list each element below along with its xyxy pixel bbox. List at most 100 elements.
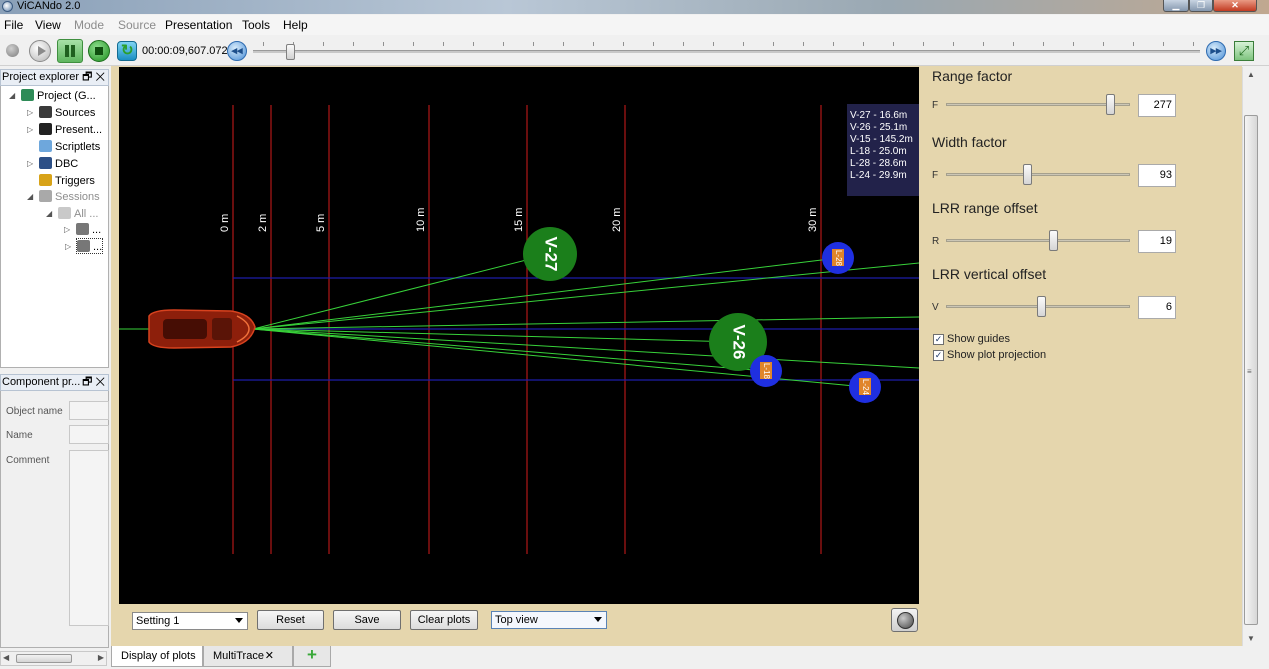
legend-entry: V-15 - 145.2m — [850, 134, 913, 145]
tree-item-session-2[interactable]: ▷ ... — [65, 238, 104, 254]
record-icon[interactable] — [6, 44, 19, 57]
tab-display-of-plots[interactable]: Display of plots — [111, 646, 203, 667]
project-explorer-title: Project explorer — [2, 71, 80, 83]
lrr-range-handle[interactable] — [1049, 230, 1058, 251]
menu-view[interactable]: View — [35, 18, 61, 32]
legend-entry: V-26 - 25.1m — [850, 122, 907, 133]
reset-button[interactable]: Reset — [257, 610, 324, 630]
tree-item-scriptlets[interactable]: Scriptlets — [39, 139, 100, 155]
menu-source[interactable]: Source — [118, 18, 156, 32]
expand-arrow-icon[interactable]: ▷ — [27, 156, 33, 172]
show-guides-checkbox[interactable]: ✓ — [933, 334, 944, 345]
play-icon[interactable] — [29, 40, 51, 62]
tree-item-triggers[interactable]: Triggers — [39, 173, 95, 189]
width-factor-input[interactable]: 93 — [1138, 164, 1176, 187]
tree-item-dbc[interactable]: ▷ DBC — [27, 156, 78, 172]
add-tab-icon[interactable]: + — [293, 646, 331, 667]
menu-tools[interactable]: Tools — [242, 18, 270, 32]
range-label: 20 m — [611, 208, 623, 232]
close-button[interactable]: ✕ — [1213, 0, 1257, 12]
scroll-up-icon[interactable]: ▲ — [1247, 70, 1255, 79]
maximize-button[interactable]: ❐ — [1189, 0, 1213, 12]
range-factor-handle[interactable] — [1106, 94, 1115, 115]
expand-arrow-icon[interactable]: ▷ — [27, 122, 33, 138]
timeline-tick — [1043, 42, 1044, 46]
target-label: L-18 — [762, 363, 771, 380]
expand-arrow-icon[interactable]: ▷ — [65, 239, 71, 255]
dock-buttons[interactable]: 🗗 ✕ — [82, 375, 105, 390]
scroll-right-icon[interactable]: ▶ — [98, 653, 104, 662]
target-l18[interactable]: L-18 — [750, 355, 782, 387]
main-vertical-scrollbar[interactable]: ▲ ≡ ▼ — [1242, 67, 1259, 646]
name-field[interactable] — [69, 425, 109, 444]
settings-panel: Range factor F 277 Width factor F 93 LRR… — [920, 67, 1198, 637]
timeline-slider[interactable] — [253, 50, 1200, 53]
scroll-thumb[interactable] — [16, 654, 72, 663]
plot-canvas[interactable]: V-27 V-26 L-18 L-28 L-24 0 m2 m5 m 10 m … — [119, 67, 919, 604]
tree-item-project[interactable]: ◢ Project (G... — [9, 88, 96, 104]
target-l28[interactable]: L-28 — [822, 242, 854, 274]
tab-multitrace[interactable]: MultiTrace ✕ — [203, 646, 293, 667]
trigger-icon — [39, 174, 52, 186]
expand-arrow-icon[interactable]: ▷ — [27, 105, 33, 121]
minimize-button[interactable]: ▁ — [1163, 0, 1189, 12]
scroll-down-icon[interactable]: ▼ — [1247, 634, 1255, 643]
component-props-header: Component pr... 🗗 ✕ — [0, 374, 109, 391]
menu-help[interactable]: Help — [283, 18, 308, 32]
fullscreen-icon[interactable]: ⤢ — [1234, 41, 1254, 61]
pause-icon[interactable] — [57, 39, 83, 63]
save-button[interactable]: Save — [333, 610, 401, 630]
collapse-arrow-icon[interactable]: ◢ — [9, 88, 15, 104]
target-v27[interactable]: V-27 — [523, 227, 577, 281]
target-label: L-28 — [834, 250, 843, 267]
clear-plots-button[interactable]: Clear plots — [410, 610, 478, 630]
loop-icon[interactable] — [117, 41, 137, 61]
show-projection-checkbox[interactable]: ✓ — [933, 350, 944, 361]
timeline-tick — [413, 42, 414, 46]
menu-file[interactable]: File — [4, 18, 23, 32]
stop-icon[interactable] — [88, 40, 110, 62]
left-panel-scrollbar[interactable]: ◀ ▶ — [0, 651, 107, 666]
range-label: 30 m — [807, 208, 819, 232]
legend-entry: L-18 - 25.0m — [850, 146, 907, 157]
close-tab-icon[interactable]: ✕ — [265, 646, 274, 666]
collapse-arrow-icon[interactable]: ◢ — [46, 206, 52, 222]
lrr-range-slider[interactable] — [946, 239, 1130, 242]
object-name-field[interactable] — [69, 401, 109, 420]
tree-item-label: Sessions — [55, 191, 100, 203]
tree-item-label: ... — [92, 224, 102, 236]
project-explorer-header: Project explorer 🗗 ✕ — [0, 69, 109, 86]
width-factor-slider[interactable] — [946, 173, 1130, 176]
setting-select[interactable]: Setting 1 — [132, 612, 248, 630]
timeline-handle[interactable] — [286, 44, 295, 60]
lrr-range-input[interactable]: 19 — [1138, 230, 1176, 253]
collapse-arrow-icon[interactable]: ◢ — [27, 189, 33, 205]
range-factor-input[interactable]: 277 — [1138, 94, 1176, 117]
dock-buttons[interactable]: 🗗 ✕ — [82, 70, 105, 85]
globe-icon[interactable] — [891, 608, 918, 632]
tree-item-presentations[interactable]: ▷ Present... — [27, 122, 102, 138]
target-label: V-26 — [730, 325, 749, 360]
lrr-vertical-handle[interactable] — [1037, 296, 1046, 317]
tree-item-sessions[interactable]: ◢ Sessions — [27, 189, 100, 205]
tree-item-sources[interactable]: ▷ Sources — [27, 105, 95, 121]
rewind-icon[interactable]: ◂◂ — [227, 41, 247, 61]
scroll-left-icon[interactable]: ◀ — [3, 653, 9, 662]
menu-mode[interactable]: Mode — [74, 18, 104, 32]
tree-item-session-1[interactable]: ▷ ... — [64, 222, 102, 238]
tree-item-all[interactable]: ◢ All ... — [46, 206, 98, 222]
timeline-tick — [1103, 42, 1104, 46]
window-title: ViCANdo 2.0 — [17, 0, 81, 12]
expand-arrow-icon[interactable]: ▷ — [64, 222, 70, 238]
tree-item-label: Triggers — [55, 175, 95, 187]
view-select[interactable]: Top view — [491, 611, 607, 629]
lrr-vertical-input[interactable]: 6 — [1138, 296, 1176, 319]
target-l24[interactable]: L-24 — [849, 371, 881, 403]
fast-forward-icon[interactable]: ▸▸ — [1206, 41, 1226, 61]
range-factor-slider[interactable] — [946, 103, 1130, 106]
timeline-tick — [353, 42, 354, 46]
width-factor-handle[interactable] — [1023, 164, 1032, 185]
menu-presentation[interactable]: Presentation — [165, 18, 232, 32]
timeline-tick — [563, 42, 564, 46]
comment-field[interactable] — [69, 450, 109, 626]
